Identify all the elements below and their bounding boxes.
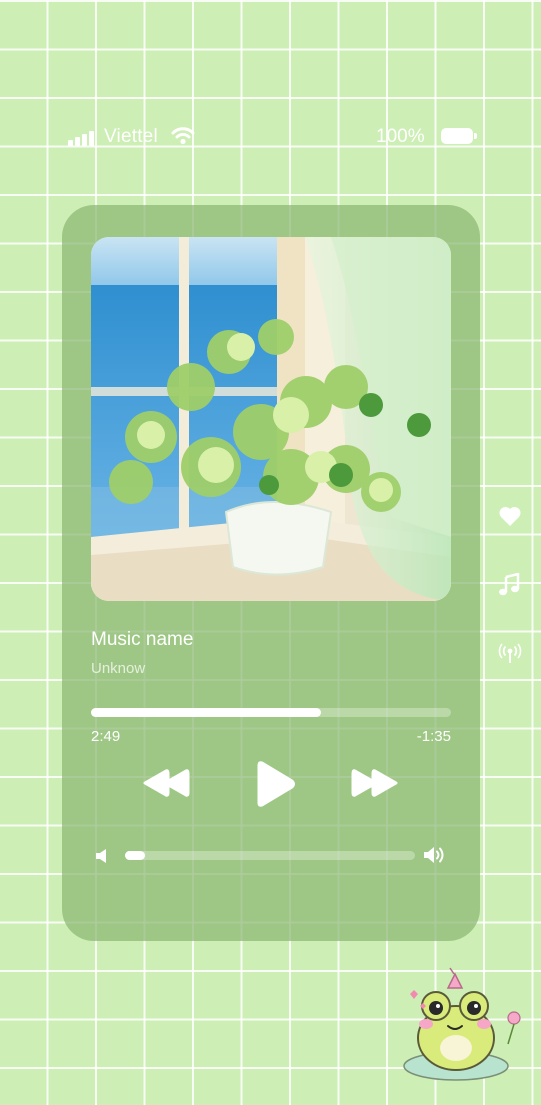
frog-sticker bbox=[403, 967, 521, 1081]
rewind-icon bbox=[143, 769, 190, 797]
broadcast-icon[interactable] bbox=[498, 642, 522, 666]
play-button[interactable] bbox=[254, 761, 296, 807]
remaining-time: -1:35 bbox=[416, 728, 451, 745]
music-player-card: Music name Unknow 2:49 -1:35 bbox=[62, 205, 480, 941]
cellular-signal-icon bbox=[68, 128, 100, 146]
rewind-button[interactable] bbox=[142, 768, 192, 798]
play-icon bbox=[257, 761, 295, 807]
album-artwork bbox=[91, 237, 451, 601]
battery-full-icon bbox=[441, 128, 477, 144]
fast-forward-button[interactable] bbox=[349, 768, 399, 798]
fast-forward-icon bbox=[351, 769, 398, 797]
heart-icon[interactable] bbox=[498, 505, 522, 527]
playback-progress-bar[interactable] bbox=[91, 708, 451, 717]
status-bar: Viettel 100% bbox=[0, 122, 541, 152]
elapsed-time: 2:49 bbox=[91, 728, 121, 745]
track-title: Music name bbox=[91, 629, 194, 650]
volume-high-icon[interactable] bbox=[423, 845, 447, 865]
music-note-icon[interactable] bbox=[498, 573, 522, 597]
volume-slider[interactable] bbox=[125, 851, 415, 860]
carrier-name: Viettel bbox=[104, 126, 158, 147]
battery-percent: 100% bbox=[376, 126, 425, 147]
track-artist: Unknow bbox=[91, 660, 146, 677]
volume-low-icon[interactable] bbox=[95, 848, 109, 864]
playback-progress-fill bbox=[91, 708, 322, 717]
wifi-icon bbox=[171, 127, 195, 145]
volume-slider-fill bbox=[125, 851, 146, 860]
